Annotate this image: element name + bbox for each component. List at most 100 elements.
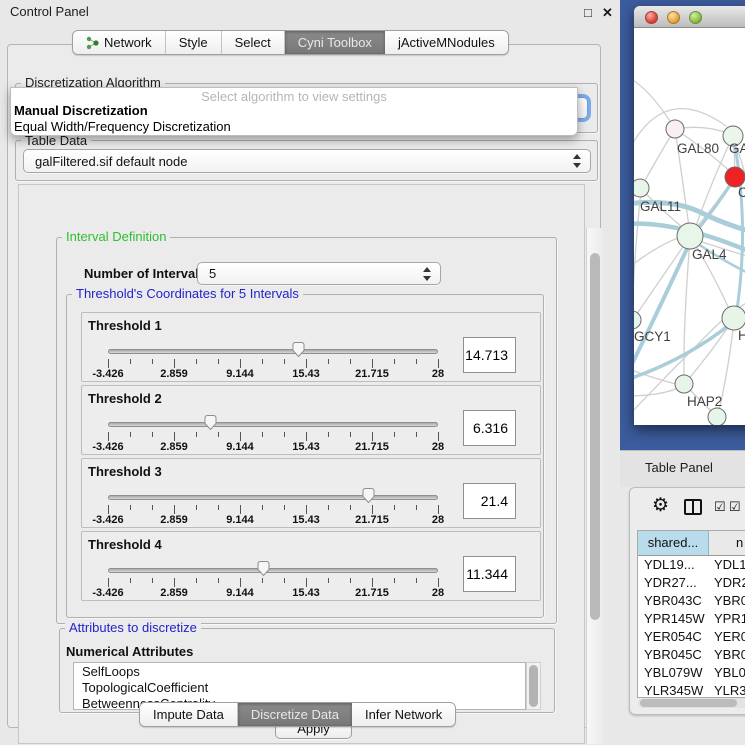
- threshold-slider-thumb[interactable]: [203, 414, 218, 431]
- threshold-value-field[interactable]: 6.316: [463, 410, 516, 446]
- tab-select[interactable]: Select: [222, 31, 285, 54]
- gear-icon[interactable]: ⚙: [652, 496, 669, 516]
- network-window-frame: GAL80GACGAL11GAL4GCY1HHAP2: [620, 0, 745, 450]
- float-window-icon[interactable]: □: [584, 5, 592, 20]
- threshold-slider-track[interactable]: [108, 422, 438, 427]
- slider-tick: [130, 505, 131, 510]
- tab-style[interactable]: Style: [166, 31, 222, 54]
- slider-tick: [196, 432, 197, 437]
- threshold-value-field[interactable]: 21.4: [463, 483, 516, 519]
- minimize-traffic-light[interactable]: [667, 11, 680, 24]
- algorithm-item-equal-width[interactable]: Equal Width/Frequency Discretization: [11, 119, 577, 135]
- close-icon[interactable]: ✕: [602, 5, 613, 21]
- cell-name[interactable]: YER0: [709, 628, 745, 646]
- threshold-value-field[interactable]: 14.713: [463, 337, 516, 373]
- attribute-list-item[interactable]: SelfLoops: [74, 663, 525, 679]
- cell-shared-name[interactable]: YDL19...: [638, 556, 709, 574]
- numerical-attributes-label: Numerical Attributes: [66, 644, 193, 659]
- slider-tick-label: 28: [432, 587, 444, 599]
- cell-name[interactable]: YBL0: [709, 664, 745, 682]
- threshold-slider-track[interactable]: [108, 568, 438, 573]
- attributes-list-scrollbar[interactable]: [526, 662, 541, 710]
- settings-scrollbar[interactable]: [586, 228, 603, 744]
- threshold-slider-thumb[interactable]: [291, 341, 306, 358]
- table-row[interactable]: YDR27...YDR2: [638, 574, 745, 592]
- slider-tick: [218, 505, 219, 510]
- zoom-traffic-light[interactable]: [689, 11, 702, 24]
- table-horizontal-scrollbar-thumb[interactable]: [640, 699, 737, 707]
- threshold-slider-thumb[interactable]: [361, 487, 376, 504]
- table-row[interactable]: YBR043CYBR0: [638, 592, 745, 610]
- network-node[interactable]: [634, 311, 641, 329]
- cell-shared-name[interactable]: YDR27...: [638, 574, 709, 592]
- network-view-canvas[interactable]: GAL80GACGAL11GAL4GCY1HHAP2: [634, 28, 745, 425]
- network-node[interactable]: [634, 179, 649, 197]
- select-columns-icon[interactable]: ☑: [714, 499, 726, 515]
- cell-name[interactable]: YPR1: [709, 610, 745, 628]
- network-node[interactable]: [725, 167, 745, 187]
- cell-shared-name[interactable]: YER054C: [638, 628, 709, 646]
- column-header-shared-name[interactable]: shared...: [638, 531, 709, 555]
- cell-shared-name[interactable]: YBR045C: [638, 646, 709, 664]
- algorithm-item-manual[interactable]: Manual Discretization: [11, 103, 577, 119]
- tab-cyni-toolbox[interactable]: Cyni Toolbox: [285, 31, 385, 54]
- table-row[interactable]: YLR345WYLR3: [638, 682, 745, 698]
- slider-tick: [416, 432, 417, 437]
- table-row[interactable]: YPR145WYPR1: [638, 610, 745, 628]
- threshold-slider-thumb[interactable]: [256, 560, 271, 577]
- number-of-intervals-spinner[interactable]: 5: [197, 262, 441, 285]
- network-node[interactable]: [666, 120, 684, 138]
- cell-name[interactable]: YLR3: [709, 682, 745, 698]
- slider-tick: [416, 578, 417, 583]
- table-row[interactable]: YDL19...YDL1: [638, 556, 745, 574]
- tab-jactivemnodules[interactable]: jActiveMNodules: [385, 31, 508, 54]
- settings-scrollbar-thumb[interactable]: [590, 253, 600, 620]
- threshold-slider-track[interactable]: [108, 495, 438, 500]
- close-traffic-light[interactable]: [645, 11, 658, 24]
- network-node[interactable]: [677, 223, 703, 249]
- slider-tick: [174, 578, 175, 587]
- attribute-list-item[interactable]: TopologicalCoefficient: [74, 679, 525, 695]
- network-node[interactable]: [722, 306, 745, 330]
- table-row[interactable]: YER054CYER0: [638, 628, 745, 646]
- cell-name[interactable]: YBR0: [709, 646, 745, 664]
- slider-tick-label: 15.43: [292, 368, 320, 380]
- cell-name[interactable]: YBR0: [709, 592, 745, 610]
- slider-tick: [416, 505, 417, 510]
- tab-label: Cyni Toolbox: [298, 35, 372, 50]
- cell-name[interactable]: YDR2: [709, 574, 745, 592]
- algorithm-placeholder-item[interactable]: Select algorithm to view settings: [11, 88, 577, 103]
- table-data-combobox[interactable]: galFiltered.sif default node: [23, 149, 591, 173]
- threshold-slider-track[interactable]: [108, 349, 438, 354]
- attributes-list-scrollbar-thumb[interactable]: [529, 665, 538, 707]
- slider-tick-label: 2.859: [160, 587, 188, 599]
- table-horizontal-scrollbar[interactable]: [638, 698, 745, 708]
- number-of-intervals-value: 5: [209, 266, 216, 281]
- bottom-tab-discretize-data[interactable]: Discretize Data: [238, 703, 352, 726]
- network-node[interactable]: [708, 408, 726, 425]
- threshold-panel: Threshold 3 21.4 -3.4262.8599.14415.4321…: [81, 458, 541, 528]
- tab-label: Select: [235, 35, 271, 50]
- spinner-arrows-icon: [423, 267, 432, 281]
- node-attribute-table: shared... n YDL19...YDL1YDR27...YDR2YBR0…: [637, 530, 745, 698]
- slider-tick: [438, 359, 439, 368]
- network-window-titlebar[interactable]: [634, 6, 745, 28]
- cell-name[interactable]: YDL1: [709, 556, 745, 574]
- select-rows-icon[interactable]: ☑: [729, 499, 741, 515]
- interval-definition-group-title: Interval Definition: [62, 229, 170, 244]
- split-view-icon[interactable]: [684, 499, 702, 515]
- cell-shared-name[interactable]: YLR345W: [638, 682, 709, 698]
- table-row[interactable]: YBR045CYBR0: [638, 646, 745, 664]
- bottom-tab-infer-network[interactable]: Infer Network: [352, 703, 455, 726]
- bottom-tab-impute-data[interactable]: Impute Data: [140, 703, 238, 726]
- table-row[interactable]: YBL079WYBL0: [638, 664, 745, 682]
- slider-tick: [328, 432, 329, 437]
- cell-shared-name[interactable]: YPR145W: [638, 610, 709, 628]
- cell-shared-name[interactable]: YBR043C: [638, 592, 709, 610]
- threshold-value-field[interactable]: 11.344: [463, 556, 516, 592]
- tab-network[interactable]: Network: [73, 31, 166, 54]
- network-node[interactable]: [675, 375, 693, 393]
- column-header-name[interactable]: n: [709, 531, 745, 555]
- threshold-panel: Threshold 1 14.713 -3.4262.8599.14415.43…: [81, 312, 541, 382]
- cell-shared-name[interactable]: YBL079W: [638, 664, 709, 682]
